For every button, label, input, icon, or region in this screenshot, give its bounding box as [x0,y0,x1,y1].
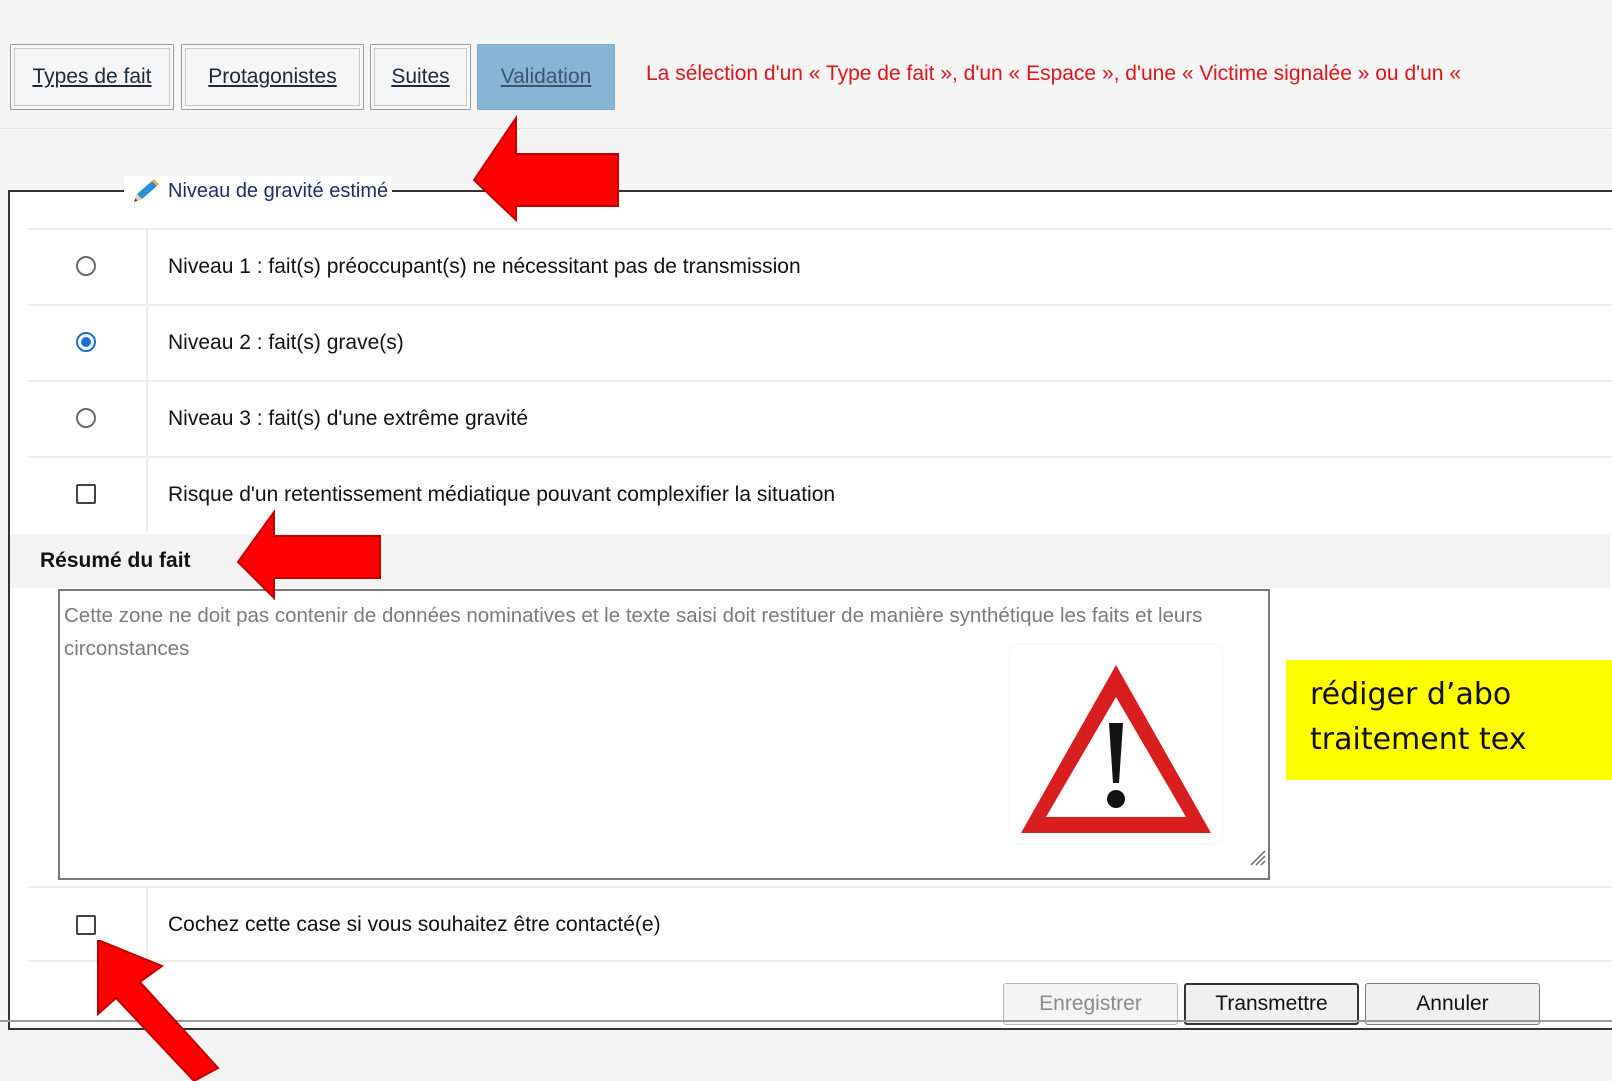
gravity-option-row[interactable]: Niveau 3 : fait(s) d'une extrême gravité [28,380,1612,456]
tab-protagonistes[interactable]: Protagonistes [181,44,364,110]
tab-bar: Types de fait Protagonistes Suites Valid… [0,0,1612,129]
annotation-arrow-legend [472,114,619,222]
gravity-option-row[interactable]: Niveau 2 : fait(s) grave(s) [28,304,1612,380]
media-risk-checkbox[interactable] [76,484,96,504]
resize-grip-icon[interactable] [1246,843,1266,876]
gravity-legend: Niveau de gravité estimé [124,176,393,206]
contact-label: Cochez cette case si vous souhaitez être… [168,913,661,936]
tab-validation[interactable]: Validation [477,44,615,110]
warning-image [1010,645,1222,843]
gravity-radio-level-1[interactable] [76,256,96,276]
divider [28,960,1612,962]
pencil-icon [128,178,162,204]
contact-checkbox[interactable] [76,915,96,935]
control-cell [28,306,148,380]
tab-suites[interactable]: Suites [370,44,471,110]
save-button[interactable]: Enregistrer [1003,983,1178,1025]
control-cell [28,382,148,456]
gravity-radio-level-3[interactable] [76,408,96,428]
gravity-option-label: Niveau 3 : fait(s) d'une extrême gravité [168,407,529,430]
control-cell [28,458,148,532]
selection-notice: La sélection d'un « Type de fait », d'un… [646,62,1462,85]
gravity-option-label: Niveau 2 : fait(s) grave(s) [168,331,404,354]
tab-types-de-fait[interactable]: Types de fait [10,44,174,110]
cancel-button[interactable]: Annuler [1365,983,1540,1025]
instruction-line-2: traitement tex [1310,722,1527,757]
gravity-radio-level-2[interactable] [76,332,96,352]
annotation-arrow-contact [97,940,220,1081]
bottom-divider [0,1020,1612,1022]
instruction-line-1: rédiger d’abo [1310,677,1512,712]
gravity-option-row[interactable]: Niveau 1 : fait(s) préoccupant(s) ne néc… [28,228,1612,304]
gravity-legend-label: Niveau de gravité estimé [168,179,389,202]
transmit-button[interactable]: Transmettre [1184,983,1359,1025]
control-cell [28,230,148,304]
instruction-highlight: rédiger d’abo traitement tex [1286,660,1612,780]
warning-triangle-icon [1010,645,1222,848]
annotation-arrow-summary [236,508,381,601]
contact-row[interactable]: Cochez cette case si vous souhaitez être… [28,886,1612,962]
gravity-option-label: Niveau 1 : fait(s) préoccupant(s) ne néc… [168,255,801,278]
